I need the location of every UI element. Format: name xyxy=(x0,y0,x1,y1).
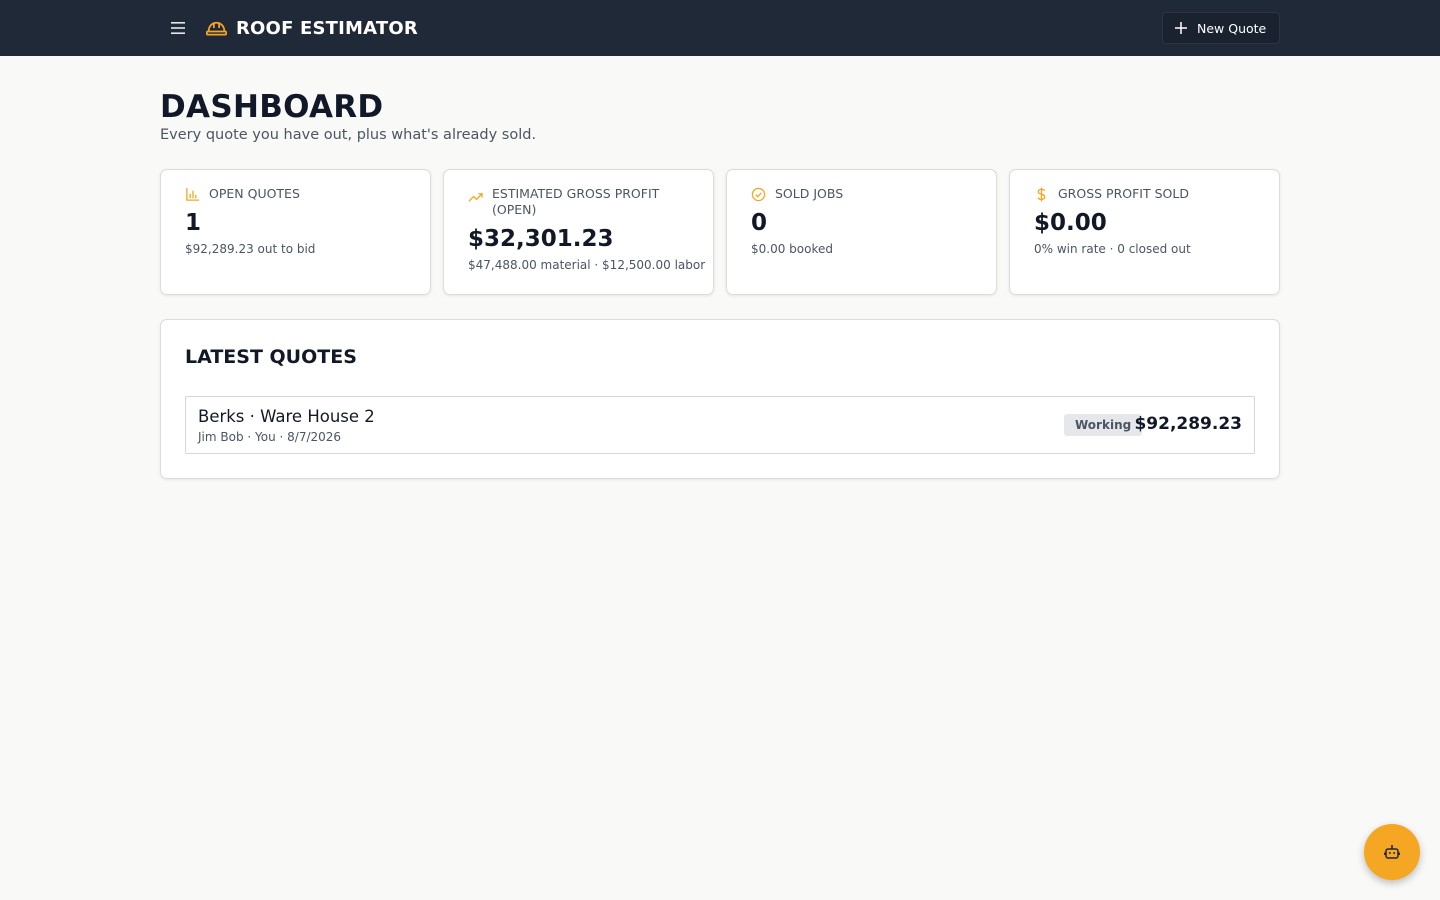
top-bar: ROOF ESTIMATOR New Quote xyxy=(0,0,1440,56)
bot-icon xyxy=(1384,845,1400,859)
stat-value: 1 xyxy=(185,210,202,236)
quote-row[interactable]: Berks · Ware House 2 Jim Bob · You · 8/7… xyxy=(185,396,1255,454)
quote-meta: Jim Bob · You · 8/7/2026 xyxy=(198,430,342,444)
page-subtitle: Every quote you have out, plus what's al… xyxy=(160,127,537,143)
check-circle-icon xyxy=(751,187,766,202)
menu-button[interactable] xyxy=(166,16,190,40)
latest-quotes-panel: LATEST QUOTES Berks · Ware House 2 Jim B… xyxy=(160,319,1280,479)
hamburger-icon xyxy=(171,22,185,34)
stat-value: $0.00 xyxy=(1034,210,1107,236)
stat-sub: 0% win rate · 0 closed out xyxy=(1034,242,1191,256)
stat-label: ESTIMATED GROSS PROFIT (OPEN) xyxy=(492,186,660,217)
trending-up-icon xyxy=(468,193,483,202)
assistant-button[interactable] xyxy=(1364,824,1420,880)
plus-icon xyxy=(1175,22,1187,34)
dollar-icon xyxy=(1037,187,1046,202)
new-quote-button[interactable]: New Quote xyxy=(1162,12,1280,44)
brand[interactable]: ROOF ESTIMATOR xyxy=(206,14,418,42)
stat-label: OPEN QUOTES xyxy=(209,186,300,201)
stat-sub: $47,488.00 material · $12,500.00 labor xyxy=(468,258,706,272)
bar-chart-icon xyxy=(186,187,200,201)
quote-name: Berks · Ware House 2 xyxy=(198,407,375,426)
new-quote-label: New Quote xyxy=(1197,20,1267,36)
status-badge: Working xyxy=(1064,414,1143,436)
stat-value: $32,301.23 xyxy=(468,226,614,252)
stat-sub: $0.00 booked xyxy=(751,242,833,256)
page-heading: DASHBOARD Every quote you have out, plus… xyxy=(160,88,536,144)
quote-amount: $92,289.23 xyxy=(1134,414,1242,434)
stat-value: 0 xyxy=(751,210,768,236)
app-title: ROOF ESTIMATOR xyxy=(236,17,418,39)
stat-sub: $92,289.23 out to bid xyxy=(185,242,316,256)
page-title: DASHBOARD xyxy=(160,89,384,125)
stat-label: GROSS PROFIT SOLD xyxy=(1058,186,1189,201)
stat-card-sold-jobs: SOLD JOBS 0 $0.00 booked xyxy=(726,169,997,295)
stat-label: SOLD JOBS xyxy=(775,186,844,201)
stat-card-estimated-gross-profit: ESTIMATED GROSS PROFIT (OPEN) $32,301.23… xyxy=(443,169,714,295)
section-title: LATEST QUOTES xyxy=(185,346,357,368)
stat-card-gross-profit-sold: GROSS PROFIT SOLD $0.00 0% win rate · 0 … xyxy=(1009,169,1280,295)
hard-hat-icon xyxy=(206,21,227,36)
stat-card-open-quotes: OPEN QUOTES 1 $92,289.23 out to bid xyxy=(160,169,431,295)
